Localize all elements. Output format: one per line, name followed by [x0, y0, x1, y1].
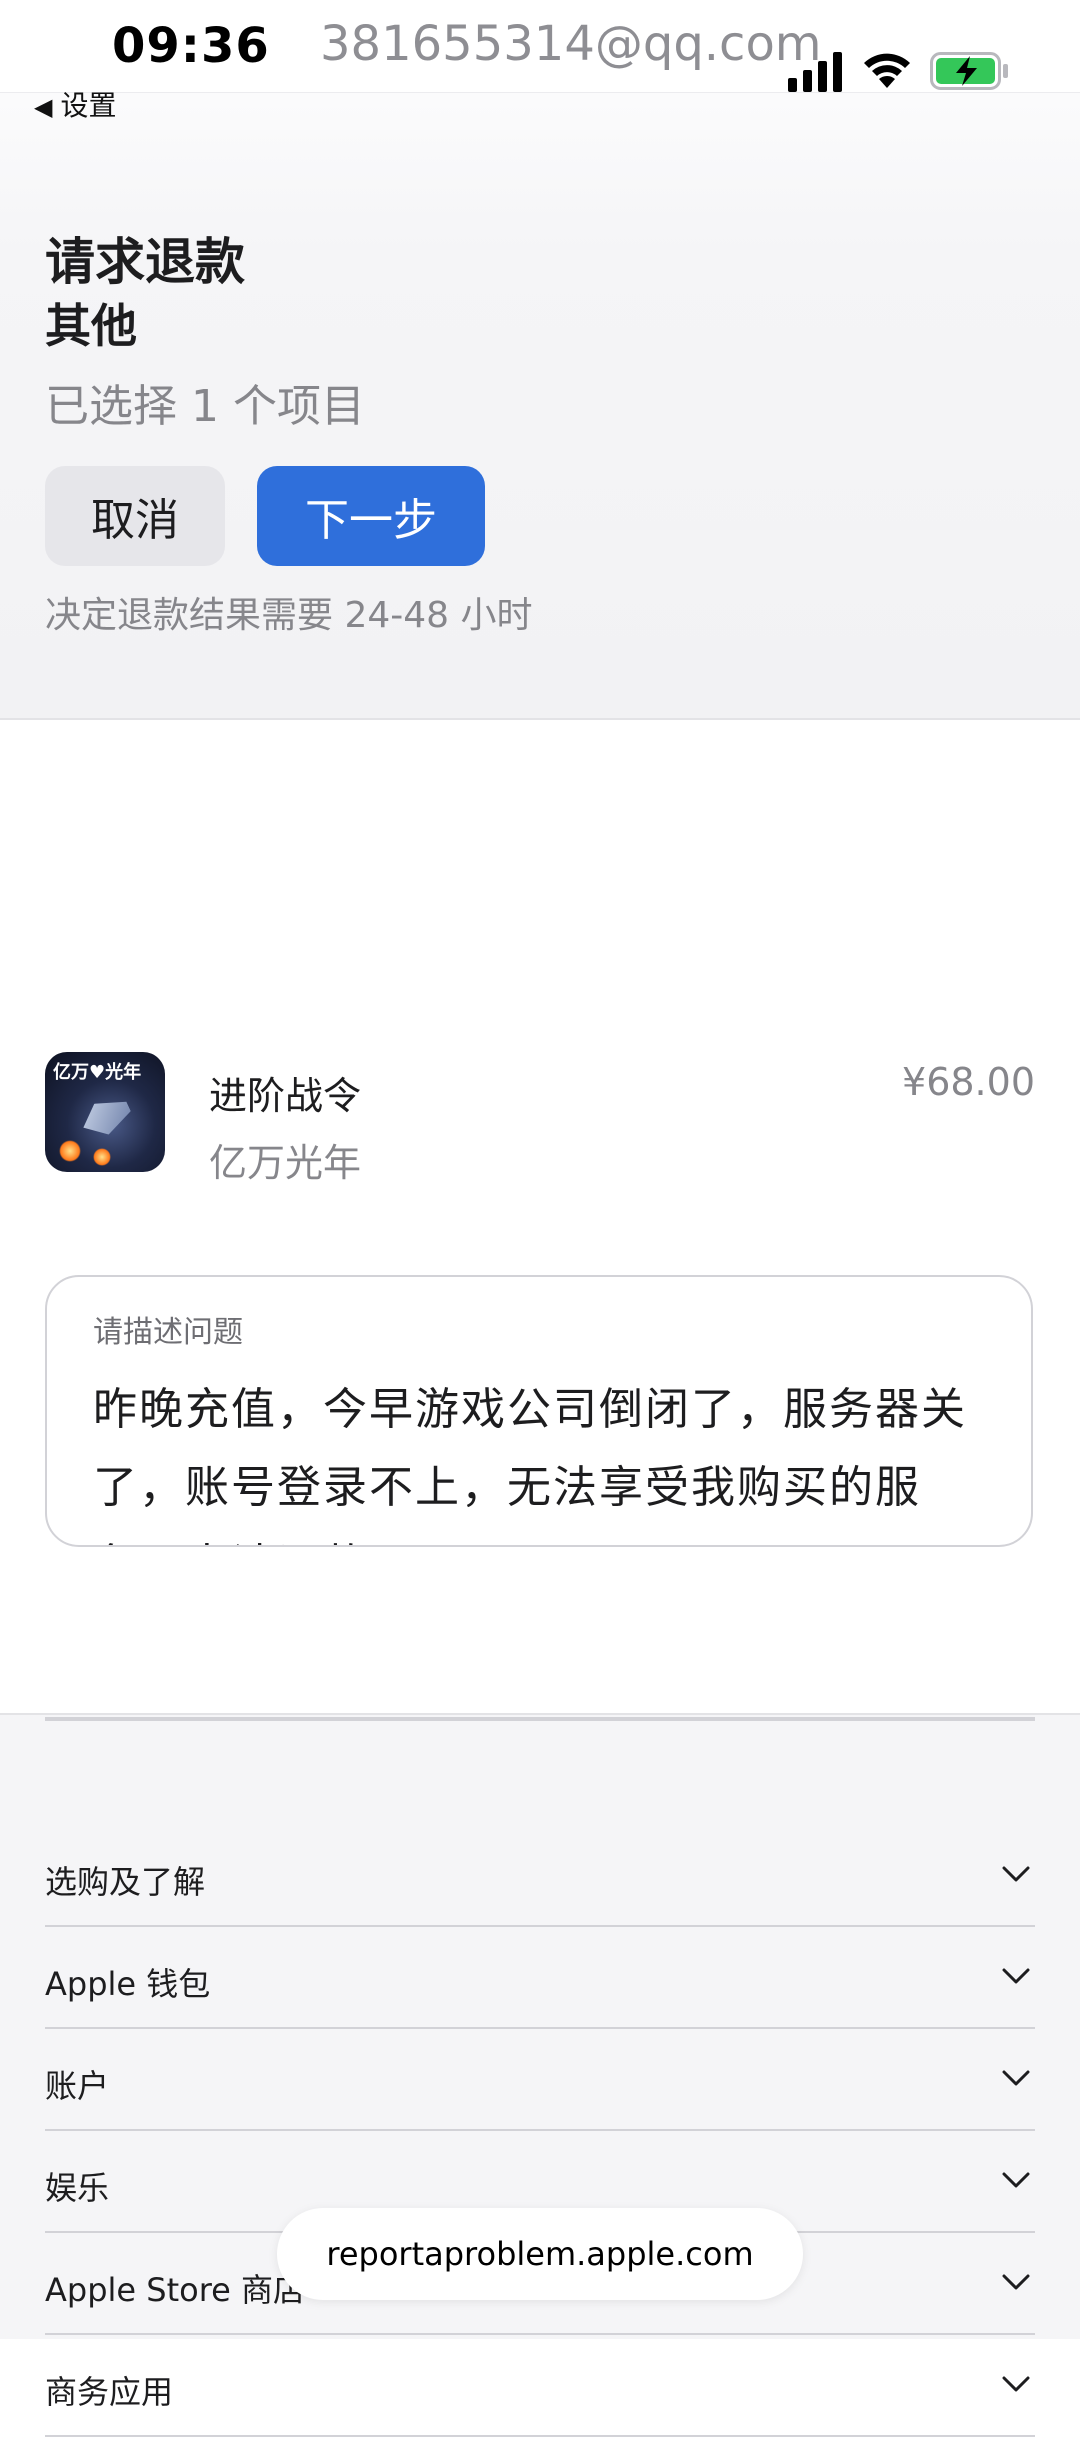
processing-time-note: 决定退款结果需要 24-48 小时	[45, 595, 533, 636]
footer-item-apple-wallet[interactable]: Apple 钱包	[45, 1927, 1035, 2029]
chevron-down-icon	[1002, 1866, 1030, 1882]
footer-item-account[interactable]: 账户	[45, 2029, 1035, 2131]
footer-item-label: Apple 钱包	[45, 1965, 211, 2003]
chevron-down-icon	[1002, 2274, 1030, 2290]
back-arrow-icon: ◀	[34, 93, 53, 121]
description-text[interactable]: 昨晚充值，今早游戏公司倒闭了，服务器关了，账号登录不上，无法享受我购买的服务，申…	[93, 1371, 993, 1545]
back-label: 设置	[60, 89, 117, 122]
spaceship-graphic	[76, 1091, 136, 1143]
back-to-settings-link[interactable]: ◀ 设置	[34, 84, 116, 124]
cellular-signal-icon	[788, 52, 842, 92]
footer-item-label: Apple Store 商店	[45, 2271, 306, 2309]
account-email: 381655314@qq.com	[320, 16, 822, 72]
item-app-name: 亿万光年	[209, 1141, 362, 1185]
cancel-button[interactable]: 取消	[45, 466, 225, 566]
chevron-down-icon	[1002, 2376, 1030, 2392]
item-price: ¥68.00	[902, 1060, 1035, 1104]
flame-graphic	[93, 1148, 111, 1166]
footer-item-label: 账户	[45, 2067, 110, 2105]
chevron-down-icon	[1002, 2172, 1030, 2188]
chevron-down-icon	[1002, 2070, 1030, 2086]
flame-graphic	[59, 1140, 81, 1162]
problem-description-field[interactable]: 请描述问题 昨晚充值，今早游戏公司倒闭了，服务器关了，账号登录不上，无法享受我购…	[45, 1275, 1033, 1547]
browser-url-bar[interactable]: reportaproblem.apple.com	[277, 2208, 803, 2300]
footer-item-label: 选购及了解	[45, 1863, 206, 1901]
footer-item-business[interactable]: 商务应用	[45, 2335, 1035, 2437]
status-bar: 09:36 381655314@qq.com	[0, 0, 1080, 93]
item-name: 进阶战令	[209, 1074, 362, 1118]
wifi-icon	[864, 53, 910, 88]
description-label: 请描述问题	[93, 1315, 243, 1350]
footer-divider	[45, 1717, 1035, 1721]
footer-item-shop-and-learn[interactable]: 选购及了解	[45, 1825, 1035, 1927]
chevron-down-icon	[1002, 1968, 1030, 1984]
footer-item-label: 娱乐	[45, 2169, 110, 2207]
selected-count: 已选择 1 个项目	[45, 381, 365, 432]
app-icon-logo: 亿万♥光年	[53, 1062, 142, 1083]
page-title: 请求退款	[45, 233, 245, 291]
refund-reason: 其他	[45, 299, 137, 353]
next-button[interactable]: 下一步	[257, 466, 485, 566]
status-time: 09:36	[112, 18, 270, 74]
footer-item-label: 商务应用	[45, 2373, 174, 2411]
app-icon: 亿万♥光年	[45, 1052, 165, 1172]
battery-charging-icon	[930, 52, 1008, 90]
